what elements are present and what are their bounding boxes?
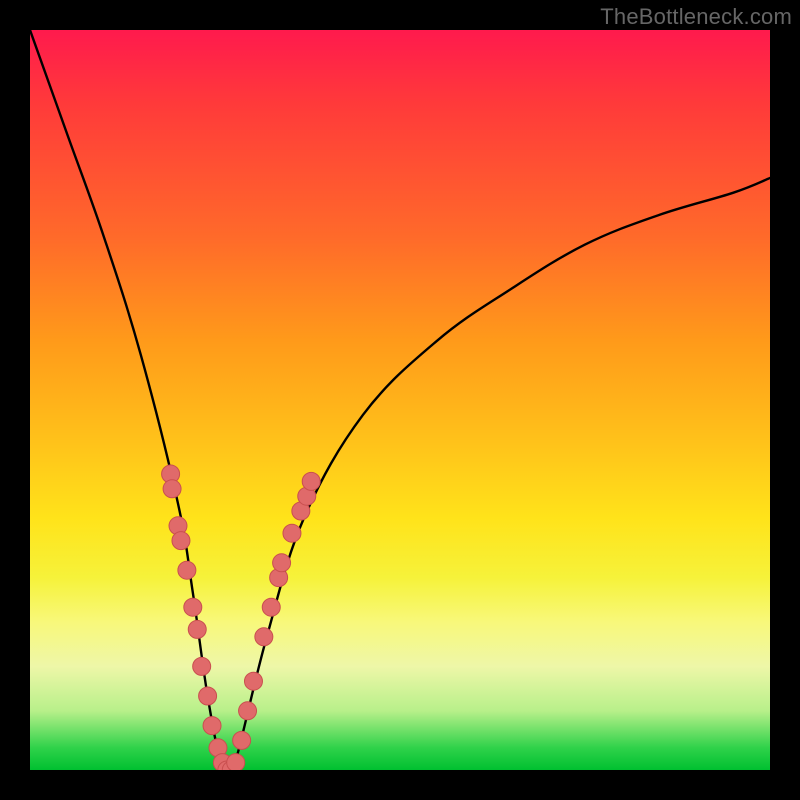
curve-layer [30,30,770,770]
data-marker [227,754,245,770]
data-marker [188,620,206,638]
data-marker [292,502,310,520]
chart-frame: TheBottleneck.com [0,0,800,800]
data-marker [163,480,181,498]
data-marker [213,754,231,770]
data-marker [273,554,291,572]
data-markers [162,465,321,770]
data-marker [255,628,273,646]
data-marker [298,487,316,505]
data-marker [209,739,227,757]
data-marker [283,524,301,542]
data-marker [233,731,251,749]
data-marker [262,598,280,616]
data-marker [218,761,236,770]
data-marker [172,532,190,550]
data-marker [239,702,257,720]
data-marker [193,657,211,675]
data-marker [184,598,202,616]
data-marker [162,465,180,483]
data-marker [203,717,221,735]
data-marker [244,672,262,690]
data-marker [302,472,320,490]
watermark-text: TheBottleneck.com [600,4,792,30]
data-marker [178,561,196,579]
data-marker [199,687,217,705]
data-marker [169,517,187,535]
data-marker [222,761,240,770]
bottleneck-curve [30,30,770,770]
plot-area [30,30,770,770]
data-marker [270,569,288,587]
